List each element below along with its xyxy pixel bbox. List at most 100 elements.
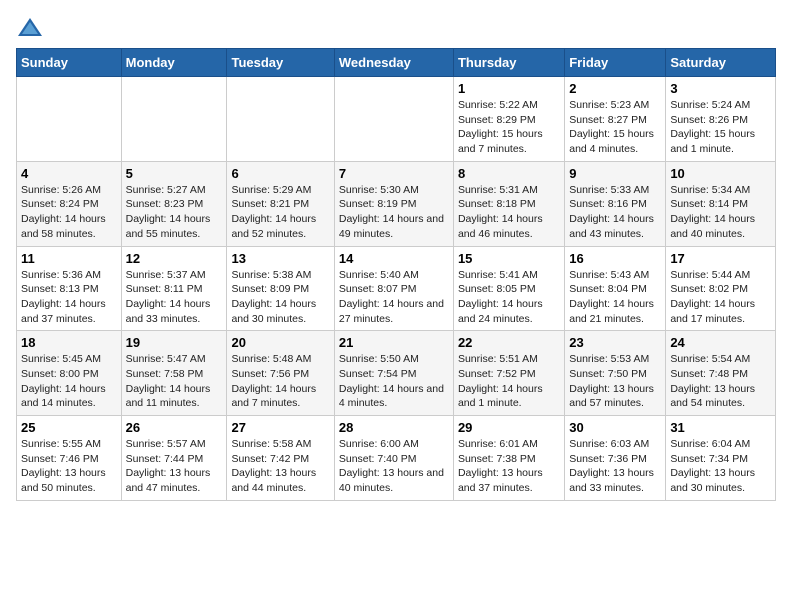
- page-header: [16, 16, 776, 38]
- day-number: 15: [458, 251, 560, 266]
- day-number: 10: [670, 166, 771, 181]
- day-number: 12: [126, 251, 223, 266]
- day-info: Sunrise: 5:31 AM Sunset: 8:18 PM Dayligh…: [458, 183, 560, 242]
- day-info: Sunrise: 5:37 AM Sunset: 8:11 PM Dayligh…: [126, 268, 223, 327]
- day-info: Sunrise: 5:55 AM Sunset: 7:46 PM Dayligh…: [21, 437, 117, 496]
- day-info: Sunrise: 5:40 AM Sunset: 8:07 PM Dayligh…: [339, 268, 449, 327]
- calendar-cell: 22Sunrise: 5:51 AM Sunset: 7:52 PM Dayli…: [453, 331, 564, 416]
- calendar-cell: 5 Sunrise: 5:27 AM Sunset: 8:23 PM Daylig…: [121, 161, 227, 246]
- day-info: Sunrise: 5:24 AM Sunset: 8:26 PM Dayligh…: [670, 98, 771, 157]
- day-number: 4: [21, 166, 117, 181]
- day-number: 11: [21, 251, 117, 266]
- calendar-cell: 28 Sunrise: 6:00 AM Sunset: 7:40 PM Dayli…: [334, 416, 453, 501]
- calendar-cell: 19 Sunrise: 5:47 AM Sunset: 7:58 PM Dayli…: [121, 331, 227, 416]
- day-info: Sunrise: 5:43 AM Sunset: 8:04 PM Dayligh…: [569, 268, 661, 327]
- header-monday: Monday: [121, 49, 227, 77]
- day-info: Sunrise: 5:48 AM Sunset: 7:56 PM Dayligh…: [231, 352, 329, 411]
- header-wednesday: Wednesday: [334, 49, 453, 77]
- calendar-cell: 11Sunrise: 5:36 AM Sunset: 8:13 PM Dayli…: [17, 246, 122, 331]
- calendar-cell: 26 Sunrise: 5:57 AM Sunset: 7:44 PM Dayli…: [121, 416, 227, 501]
- day-number: 20: [231, 335, 329, 350]
- day-info: Sunrise: 5:33 AM Sunset: 8:16 PM Dayligh…: [569, 183, 661, 242]
- day-info: Sunrise: 5:57 AM Sunset: 7:44 PM Dayligh…: [126, 437, 223, 496]
- day-info: Sunrise: 5:53 AM Sunset: 7:50 PM Dayligh…: [569, 352, 661, 411]
- header-saturday: Saturday: [666, 49, 776, 77]
- day-info: Sunrise: 5:38 AM Sunset: 8:09 PM Dayligh…: [231, 268, 329, 327]
- calendar-cell: 30 Sunrise: 6:03 AM Sunset: 7:36 PM Dayli…: [565, 416, 666, 501]
- week-row-0: 1 Sunrise: 5:22 AM Sunset: 8:29 PM Daylig…: [17, 77, 776, 162]
- calendar-cell: [121, 77, 227, 162]
- calendar-cell: [334, 77, 453, 162]
- day-number: 27: [231, 420, 329, 435]
- header-friday: Friday: [565, 49, 666, 77]
- day-info: Sunrise: 6:01 AM Sunset: 7:38 PM Dayligh…: [458, 437, 560, 496]
- calendar-cell: 12 Sunrise: 5:37 AM Sunset: 8:11 PM Dayli…: [121, 246, 227, 331]
- day-number: 1: [458, 81, 560, 96]
- day-number: 29: [458, 420, 560, 435]
- day-number: 19: [126, 335, 223, 350]
- day-number: 16: [569, 251, 661, 266]
- day-number: 22: [458, 335, 560, 350]
- logo-icon: [16, 16, 44, 38]
- calendar-cell: 1 Sunrise: 5:22 AM Sunset: 8:29 PM Daylig…: [453, 77, 564, 162]
- calendar-cell: [227, 77, 334, 162]
- calendar-cell: 10Sunrise: 5:34 AM Sunset: 8:14 PM Dayli…: [666, 161, 776, 246]
- week-row-2: 11Sunrise: 5:36 AM Sunset: 8:13 PM Dayli…: [17, 246, 776, 331]
- day-number: 18: [21, 335, 117, 350]
- day-info: Sunrise: 5:50 AM Sunset: 7:54 PM Dayligh…: [339, 352, 449, 411]
- day-number: 28: [339, 420, 449, 435]
- calendar-cell: 4 Sunrise: 5:26 AM Sunset: 8:24 PM Daylig…: [17, 161, 122, 246]
- day-info: Sunrise: 5:47 AM Sunset: 7:58 PM Dayligh…: [126, 352, 223, 411]
- calendar-cell: 21Sunrise: 5:50 AM Sunset: 7:54 PM Dayli…: [334, 331, 453, 416]
- day-number: 9: [569, 166, 661, 181]
- calendar-cell: 31 Sunrise: 6:04 AM Sunset: 7:34 PM Dayli…: [666, 416, 776, 501]
- week-row-1: 4 Sunrise: 5:26 AM Sunset: 8:24 PM Daylig…: [17, 161, 776, 246]
- day-info: Sunrise: 6:03 AM Sunset: 7:36 PM Dayligh…: [569, 437, 661, 496]
- day-info: Sunrise: 5:30 AM Sunset: 8:19 PM Dayligh…: [339, 183, 449, 242]
- calendar-cell: 16 Sunrise: 5:43 AM Sunset: 8:04 PM Dayli…: [565, 246, 666, 331]
- day-number: 2: [569, 81, 661, 96]
- calendar-cell: 13Sunrise: 5:38 AM Sunset: 8:09 PM Dayli…: [227, 246, 334, 331]
- day-info: Sunrise: 5:23 AM Sunset: 8:27 PM Dayligh…: [569, 98, 661, 157]
- calendar-table: SundayMondayTuesdayWednesdayThursdayFrid…: [16, 48, 776, 501]
- logo: [16, 16, 48, 38]
- calendar-cell: 24Sunrise: 5:54 AM Sunset: 7:48 PM Dayli…: [666, 331, 776, 416]
- week-row-4: 25 Sunrise: 5:55 AM Sunset: 7:46 PM Dayli…: [17, 416, 776, 501]
- calendar-cell: 6 Sunrise: 5:29 AM Sunset: 8:21 PM Daylig…: [227, 161, 334, 246]
- calendar-cell: 8 Sunrise: 5:31 AM Sunset: 8:18 PM Daylig…: [453, 161, 564, 246]
- day-info: Sunrise: 5:22 AM Sunset: 8:29 PM Dayligh…: [458, 98, 560, 157]
- header-sunday: Sunday: [17, 49, 122, 77]
- day-info: Sunrise: 5:26 AM Sunset: 8:24 PM Dayligh…: [21, 183, 117, 242]
- day-number: 6: [231, 166, 329, 181]
- day-info: Sunrise: 6:00 AM Sunset: 7:40 PM Dayligh…: [339, 437, 449, 496]
- day-number: 14: [339, 251, 449, 266]
- day-number: 17: [670, 251, 771, 266]
- day-info: Sunrise: 5:44 AM Sunset: 8:02 PM Dayligh…: [670, 268, 771, 327]
- day-info: Sunrise: 5:41 AM Sunset: 8:05 PM Dayligh…: [458, 268, 560, 327]
- day-info: Sunrise: 6:04 AM Sunset: 7:34 PM Dayligh…: [670, 437, 771, 496]
- day-number: 3: [670, 81, 771, 96]
- calendar-cell: 23Sunrise: 5:53 AM Sunset: 7:50 PM Dayli…: [565, 331, 666, 416]
- day-info: Sunrise: 5:29 AM Sunset: 8:21 PM Dayligh…: [231, 183, 329, 242]
- day-info: Sunrise: 5:27 AM Sunset: 8:23 PM Dayligh…: [126, 183, 223, 242]
- week-row-3: 18Sunrise: 5:45 AM Sunset: 8:00 PM Dayli…: [17, 331, 776, 416]
- day-number: 26: [126, 420, 223, 435]
- day-number: 25: [21, 420, 117, 435]
- day-info: Sunrise: 5:58 AM Sunset: 7:42 PM Dayligh…: [231, 437, 329, 496]
- calendar-cell: 25 Sunrise: 5:55 AM Sunset: 7:46 PM Dayli…: [17, 416, 122, 501]
- day-info: Sunrise: 5:54 AM Sunset: 7:48 PM Dayligh…: [670, 352, 771, 411]
- calendar-cell: 14 Sunrise: 5:40 AM Sunset: 8:07 PM Dayli…: [334, 246, 453, 331]
- day-number: 8: [458, 166, 560, 181]
- header-tuesday: Tuesday: [227, 49, 334, 77]
- calendar-cell: [17, 77, 122, 162]
- calendar-cell: 2 Sunrise: 5:23 AM Sunset: 8:27 PM Daylig…: [565, 77, 666, 162]
- day-number: 31: [670, 420, 771, 435]
- calendar-cell: 17 Sunrise: 5:44 AM Sunset: 8:02 PM Dayli…: [666, 246, 776, 331]
- calendar-cell: 3 Sunrise: 5:24 AM Sunset: 8:26 PM Daylig…: [666, 77, 776, 162]
- calendar-header-row: SundayMondayTuesdayWednesdayThursdayFrid…: [17, 49, 776, 77]
- day-number: 30: [569, 420, 661, 435]
- day-number: 5: [126, 166, 223, 181]
- calendar-cell: 15 Sunrise: 5:41 AM Sunset: 8:05 PM Dayli…: [453, 246, 564, 331]
- calendar-cell: 27 Sunrise: 5:58 AM Sunset: 7:42 PM Dayli…: [227, 416, 334, 501]
- calendar-cell: 9 Sunrise: 5:33 AM Sunset: 8:16 PM Daylig…: [565, 161, 666, 246]
